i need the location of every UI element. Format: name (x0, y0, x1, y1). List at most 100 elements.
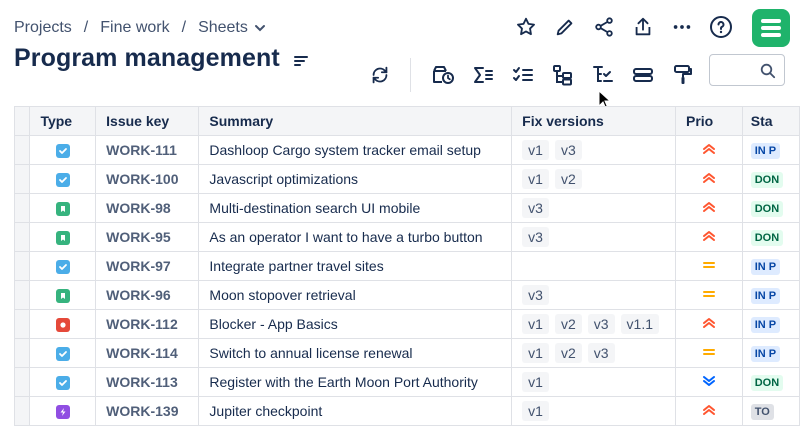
table-row[interactable]: WORK-100 Javascript optimizations v1 v2 DON (13, 164, 800, 194)
fix-version-tag[interactable]: v1 (522, 343, 549, 363)
type-cell[interactable] (29, 222, 97, 252)
fix-version-tag[interactable]: v1 (522, 372, 549, 392)
priority-cell[interactable] (675, 367, 743, 397)
fix-versions-cell[interactable]: v1 (511, 396, 676, 426)
issue-key[interactable]: WORK-100 (95, 164, 200, 194)
priority-cell[interactable] (675, 193, 743, 223)
table-row[interactable]: WORK-113 Register with the Earth Moon Por… (13, 367, 800, 397)
type-cell[interactable] (29, 280, 97, 310)
fix-versions-cell[interactable]: v1 v2 v3 (511, 338, 676, 368)
fix-versions-cell[interactable] (511, 251, 676, 281)
priority-cell[interactable] (675, 222, 743, 252)
priority-cell[interactable] (675, 280, 743, 310)
edit-icon[interactable] (552, 14, 578, 40)
status-cell[interactable]: TO (741, 396, 800, 426)
fix-version-tag[interactable]: v3 (587, 314, 615, 334)
status-cell[interactable]: DON (741, 164, 800, 194)
status-cell[interactable]: IN P (741, 338, 800, 368)
fix-versions-cell[interactable]: v1 v2 v3 v1.1 (511, 309, 676, 339)
summary-cell[interactable]: Integrate partner travel sites (198, 251, 513, 281)
column-header-type[interactable]: Type (29, 106, 97, 136)
issue-key[interactable]: WORK-96 (95, 280, 200, 310)
share-icon[interactable] (591, 14, 617, 40)
summary-cell[interactable]: Dashloop Cargo system tracker email setu… (198, 135, 513, 165)
table-row[interactable]: WORK-96 Moon stopover retrieval v3 IN P (13, 280, 800, 310)
table-row[interactable]: WORK-112 Blocker - App Basics v1 v2 v3 v1.1 IN… (13, 309, 800, 339)
column-header-issue-key[interactable]: Issue key (95, 106, 200, 136)
issue-key[interactable]: WORK-113 (95, 367, 200, 397)
priority-cell[interactable] (675, 135, 743, 165)
summary-cell[interactable]: Register with the Earth Moon Port Author… (198, 367, 513, 397)
priority-cell[interactable] (675, 309, 743, 339)
fix-versions-cell[interactable]: v1 (511, 367, 676, 397)
sum-icon[interactable] (469, 61, 497, 89)
type-cell[interactable] (29, 135, 97, 165)
hierarchy-icon[interactable] (549, 61, 577, 89)
breadcrumb-sheets[interactable]: Sheets (198, 19, 248, 37)
row-gutter[interactable] (13, 338, 31, 368)
type-cell[interactable] (29, 251, 97, 281)
sheet-menu-icon[interactable] (293, 55, 308, 67)
fix-version-tag[interactable]: v1 (522, 314, 549, 334)
status-cell[interactable]: DON (741, 222, 800, 252)
issue-key[interactable]: WORK-111 (95, 135, 200, 165)
row-gutter[interactable] (13, 135, 31, 165)
search-input[interactable] (716, 55, 764, 85)
fix-version-tag[interactable]: v3 (522, 198, 549, 218)
fix-version-tag[interactable]: v2 (554, 169, 582, 189)
table-row[interactable]: WORK-95 As an operator I want to have a t… (13, 222, 800, 252)
table-row[interactable]: WORK-98 Multi-destination search UI mobil… (13, 193, 800, 223)
breadcrumb-projects[interactable]: Projects (14, 19, 72, 37)
more-icon[interactable] (669, 14, 695, 40)
status-cell[interactable]: DON (741, 193, 800, 223)
row-gutter[interactable] (13, 309, 31, 339)
fix-version-tag[interactable]: v2 (554, 314, 582, 334)
priority-cell[interactable] (675, 251, 743, 281)
star-icon[interactable] (513, 14, 539, 40)
fix-version-tag[interactable]: v1 (522, 140, 549, 160)
fix-versions-cell[interactable]: v3 (511, 193, 676, 223)
table-row[interactable]: WORK-139 Jupiter checkpoint v1 TO (13, 396, 800, 426)
type-cell[interactable] (29, 396, 97, 426)
fix-version-tag[interactable]: v1 (522, 169, 549, 189)
fix-version-tag[interactable]: v3 (522, 285, 549, 305)
issue-key[interactable]: WORK-139 (95, 396, 200, 426)
column-header-fix-versions[interactable]: Fix versions (511, 106, 676, 136)
issue-key[interactable]: WORK-114 (95, 338, 200, 368)
column-header-status[interactable]: Sta (741, 106, 800, 136)
group-rows-icon[interactable] (629, 61, 657, 89)
format-paint-icon[interactable] (669, 61, 697, 89)
refresh-icon[interactable] (366, 61, 394, 89)
row-gutter[interactable] (13, 396, 31, 426)
summary-cell[interactable]: Blocker - App Basics (198, 309, 513, 339)
app-logo[interactable] (752, 9, 790, 47)
column-header-priority[interactable]: Prio (675, 106, 743, 136)
status-cell[interactable]: DON (741, 367, 800, 397)
row-gutter[interactable] (13, 222, 31, 252)
type-cell[interactable] (29, 367, 97, 397)
table-row[interactable]: WORK-111 Dashloop Cargo system tracker em… (13, 135, 800, 165)
summary-cell[interactable]: Multi-destination search UI mobile (198, 193, 513, 223)
fix-versions-cell[interactable]: v3 (511, 222, 676, 252)
fix-version-tag[interactable]: v2 (554, 343, 582, 363)
priority-cell[interactable] (675, 396, 743, 426)
status-cell[interactable]: IN P (741, 280, 800, 310)
row-gutter[interactable] (13, 367, 31, 397)
fix-versions-cell[interactable]: v3 (511, 280, 676, 310)
tree-filter-icon[interactable] (589, 61, 617, 89)
summary-cell[interactable]: Jupiter checkpoint (198, 396, 513, 426)
row-gutter[interactable] (13, 193, 31, 223)
summary-cell[interactable]: Moon stopover retrieval (198, 280, 513, 310)
chevron-down-icon[interactable] (254, 22, 266, 34)
type-cell[interactable] (29, 309, 97, 339)
row-gutter[interactable] (13, 251, 31, 281)
export-icon[interactable] (630, 14, 656, 40)
status-cell[interactable]: IN P (741, 309, 800, 339)
issue-key[interactable]: WORK-95 (95, 222, 200, 252)
fix-versions-cell[interactable]: v1 v3 (511, 135, 676, 165)
fix-versions-cell[interactable]: v1 v2 (511, 164, 676, 194)
row-gutter[interactable] (13, 164, 31, 194)
issue-key[interactable]: WORK-112 (95, 309, 200, 339)
priority-cell[interactable] (675, 164, 743, 194)
table-row[interactable]: WORK-97 Integrate partner travel sites IN … (13, 251, 800, 281)
